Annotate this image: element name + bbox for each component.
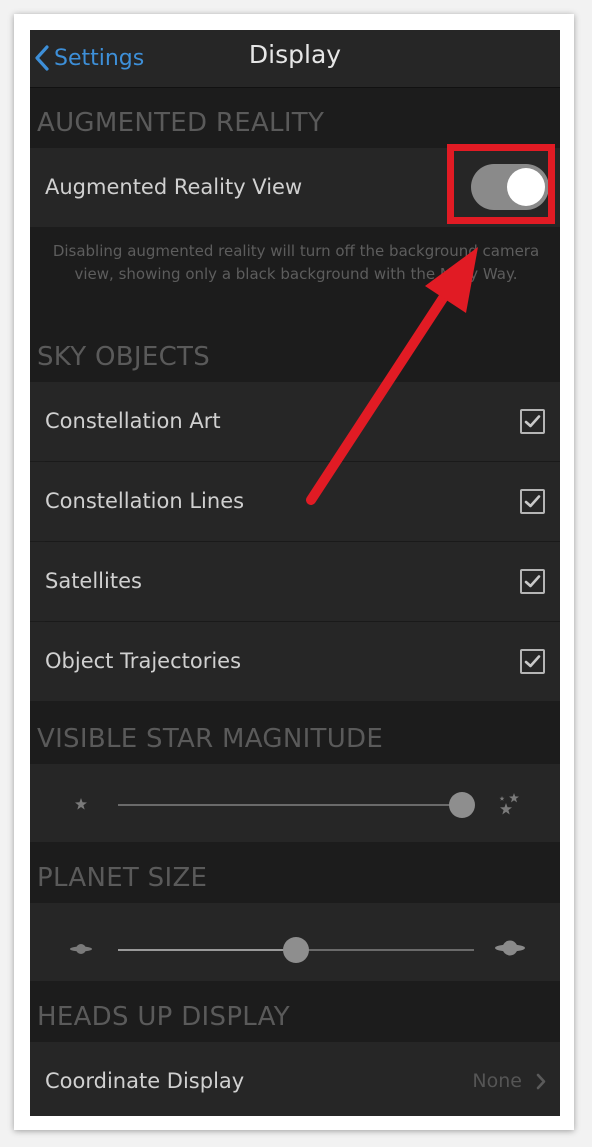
annotation-arrow	[306, 247, 478, 505]
